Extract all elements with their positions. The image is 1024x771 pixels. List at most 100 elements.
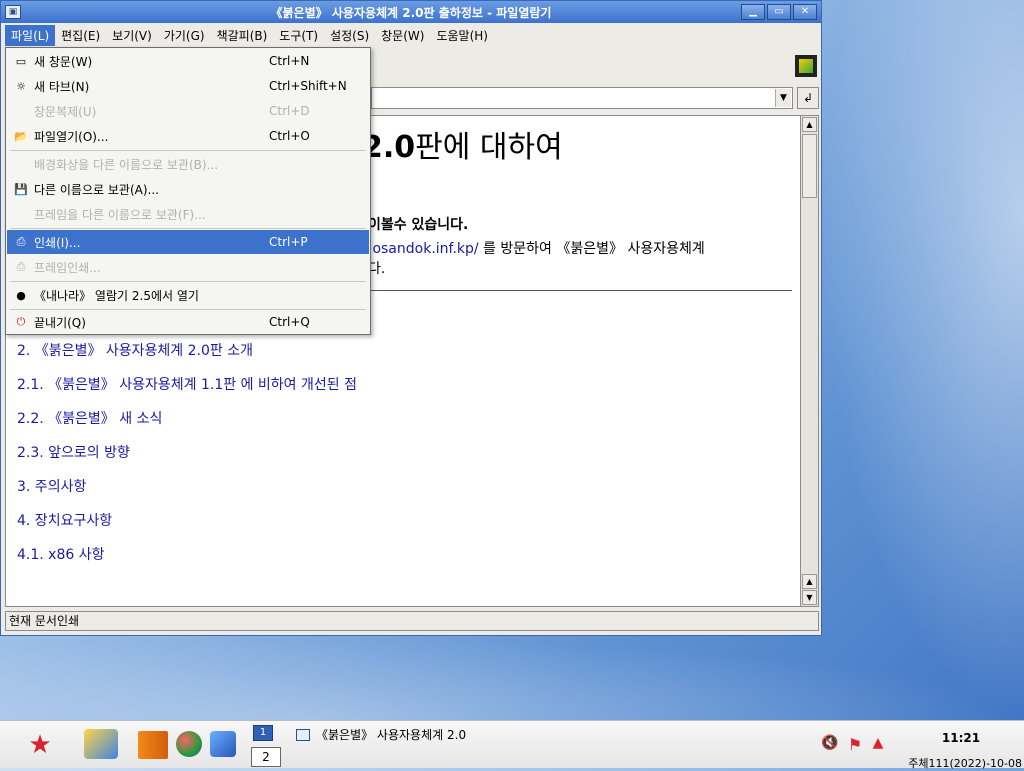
menu-item-label: 새 창문(W) (34, 54, 93, 69)
page-heading: 2.0판에 대하여 (362, 122, 563, 166)
menu-separator (10, 281, 366, 282)
menu-file[interactable]: 파일(L) (5, 24, 56, 46)
blank-icon (12, 156, 30, 172)
workspace-pager[interactable]: 2 (251, 747, 281, 767)
open-file-icon: 📂 (14, 129, 28, 143)
print-frame-icon: ⎙ (16, 260, 26, 273)
toc-link[interactable]: 2. 《붉은별》 사용자용체계 2.0판 소개 (17, 340, 357, 374)
volume-muted-icon[interactable]: 🔇 (820, 735, 840, 755)
menu-item-label: 프레임을 다른 이름으로 보관(F)... (34, 207, 206, 222)
quit-icon: ⏻ (16, 315, 26, 328)
menu-separator (10, 228, 366, 229)
scroll-up-bottom-icon[interactable]: ▲ (802, 574, 817, 589)
menu-bar: 파일(L) 편집(E) 보기(V) 가기(G) 책갈피(B) 도구(T) 설정(… (1, 23, 821, 47)
menu-bookmarks[interactable]: 책갈피(B) (211, 25, 274, 46)
menu-item-print-frame[interactable]: ⎙ 프레임인쇄... (7, 255, 369, 279)
menu-item-label: 끝내기(Q) (34, 315, 86, 330)
menu-item-new-window[interactable]: ▭ 새 창문(W) Ctrl+N (7, 49, 369, 73)
scroll-down-icon[interactable]: ▼ (802, 590, 817, 605)
menu-separator (10, 150, 366, 151)
status-bar: 현재 문서인쇄 (5, 611, 819, 631)
menu-item-shortcut: Ctrl+Q (269, 315, 310, 329)
go-button[interactable]: ↲ (797, 87, 819, 109)
blank-icon (12, 206, 30, 222)
window-icon (296, 729, 310, 741)
menu-item-save-frame[interactable]: 프레임을 다른 이름으로 보관(F)... (7, 202, 369, 226)
intro-line: 이볼수 있습니다. (368, 217, 469, 233)
menu-view[interactable]: 보기(V) (106, 25, 158, 46)
globe-icon: ● (16, 288, 26, 302)
file-menu-dropdown: ▭ 새 창문(W) Ctrl+N ☼ 새 타브(N) Ctrl+Shift+N … (5, 47, 371, 335)
window-title: 《붉은별》 사용자용체계 2.0판 출하정보 - 파일열람기 (270, 5, 552, 20)
menu-item-label: 《내나라》 열람기 2.5에서 열기 (34, 288, 199, 303)
editor-launcher-icon[interactable] (84, 729, 118, 759)
menu-item-shortcut: Ctrl+D (269, 104, 310, 118)
menu-item-shortcut: Ctrl+O (269, 129, 310, 143)
menu-tools[interactable]: 도구(T) (273, 25, 324, 46)
media-launcher-icon[interactable] (210, 731, 236, 757)
taskbar-window-button[interactable]: 《붉은별》 사용자용체계 2.0 (296, 725, 496, 745)
toc-link[interactable]: 2.1. 《붉은별》 사용자용체계 1.1판 에 비하여 개선된 점 (17, 374, 357, 408)
toc-link[interactable]: 4.1. x86 사항 (17, 544, 357, 578)
menu-item-open-file[interactable]: 📂 파일열기(O)... Ctrl+O (7, 124, 369, 148)
app-icon[interactable]: ▣ (5, 5, 21, 19)
menu-item-print[interactable]: ⎙ 인쇄(I)... Ctrl+P (7, 230, 369, 254)
menu-help[interactable]: 도움말(H) (430, 25, 494, 46)
flag-icon[interactable]: ⚑ (844, 735, 866, 754)
tray-up-icon[interactable]: ▲ (870, 735, 886, 753)
minimize-button[interactable]: ▁ (741, 4, 765, 20)
intro-link-line: .osandok.inf.kp/ 를 방문하여 《붉은별》 사용자용체계 (368, 238, 705, 258)
vertical-scrollbar[interactable]: ▲ ▲ ▼ (801, 115, 819, 607)
clock-time[interactable]: 11:21 (930, 731, 992, 745)
menu-item-label: 프레임인쇄... (34, 260, 101, 275)
workspace-1-icon[interactable]: 1 (253, 725, 273, 741)
menu-item-shortcut: Ctrl+Shift+N (269, 79, 347, 93)
taskbar-window-title: 《붉은별》 사용자용체계 2.0 (316, 728, 467, 742)
start-menu-star-icon[interactable]: ★ (10, 729, 70, 761)
menu-window[interactable]: 창문(W) (375, 25, 430, 46)
menu-item-shortcut: Ctrl+P (269, 235, 308, 249)
new-window-icon: ▭ (15, 54, 27, 68)
clock-date: 주체111(2022)-10-08 (908, 757, 1022, 770)
menu-settings[interactable]: 설정(S) (324, 25, 375, 46)
menu-go[interactable]: 가기(G) (158, 25, 211, 46)
menu-item-label: 인쇄(I)... (34, 235, 81, 250)
browser-window: ▣ 《붉은별》 사용자용체계 2.0판 출하정보 - 파일열람기 ▁ ▭ ✕ 파… (0, 0, 822, 636)
menu-item-label: 다른 이름으로 보관(A)... (34, 182, 159, 197)
toc-link[interactable]: 2.3. 앞으로의 방향 (17, 442, 357, 476)
scroll-up-icon[interactable]: ▲ (802, 117, 817, 132)
maximize-button[interactable]: ▭ (767, 4, 791, 20)
file-manager-launcher-icon[interactable] (138, 731, 168, 759)
location-input[interactable]: ▼ (371, 87, 793, 109)
toc-link[interactable]: 2.2. 《붉은별》 새 소식 (17, 408, 357, 442)
menu-item-shortcut: Ctrl+N (269, 54, 310, 68)
title-bar[interactable]: ▣ 《붉은별》 사용자용체계 2.0판 출하정보 - 파일열람기 ▁ ▭ ✕ (1, 1, 821, 23)
browser-launcher-icon[interactable] (176, 731, 202, 757)
save-as-icon: 💾 (14, 182, 28, 196)
menu-edit[interactable]: 편집(E) (55, 25, 106, 46)
menu-item-duplicate-window[interactable]: 창문복제(U) Ctrl+D (7, 99, 369, 123)
menu-item-quit[interactable]: ⏻ 끝내기(Q) Ctrl+Q (7, 310, 369, 334)
scroll-thumb[interactable] (802, 134, 817, 198)
taskbar: ★ 1 2 《붉은별》 사용자용체계 2.0 🔇 ⚑ ▲ 11:21 주체111… (0, 720, 1024, 770)
desktop-background-glow (0, 636, 1024, 720)
print-icon: ⎙ (16, 235, 26, 248)
menu-item-save-as[interactable]: 💾 다른 이름으로 보관(A)... (7, 177, 369, 201)
menu-item-open-in-naenara[interactable]: ● 《내나라》 열람기 2.5에서 열기 (7, 283, 369, 307)
intro-link-rest: 를 방문하여 《붉은별》 사용자용체계 (478, 241, 705, 257)
menu-item-save-background[interactable]: 배경화상을 다른 이름으로 보관(B)... (7, 152, 369, 176)
blank-icon (12, 103, 30, 119)
toc-link[interactable]: 3. 주의사항 (17, 476, 357, 510)
close-button[interactable]: ✕ (793, 4, 817, 20)
menu-item-new-tab[interactable]: ☼ 새 타브(N) Ctrl+Shift+N (7, 74, 369, 98)
desktop-background (820, 0, 1024, 720)
heading-text: 판에 대하여 (415, 130, 563, 165)
menu-item-label: 배경화상을 다른 이름으로 보관(B)... (34, 157, 219, 172)
toc-link[interactable]: 4. 장치요구사항 (17, 510, 357, 544)
location-dropdown-icon[interactable]: ▼ (775, 89, 791, 107)
new-tab-icon: ☼ (16, 79, 26, 93)
website-link[interactable]: .osandok.inf.kp/ (368, 241, 479, 257)
window-controls: ▁ ▭ ✕ (741, 4, 817, 20)
menu-item-label: 파일열기(O)... (34, 129, 109, 144)
table-of-contents: 2. 《붉은별》 사용자용체계 2.0판 소개 2.1. 《붉은별》 사용자용체… (17, 340, 357, 578)
